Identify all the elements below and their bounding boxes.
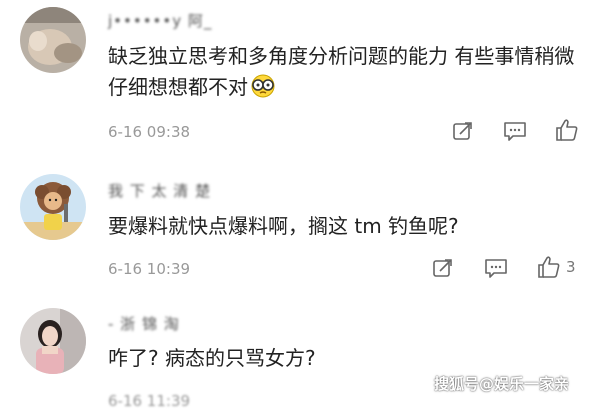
comment-time: 6-16 10:39 bbox=[108, 260, 191, 278]
avatar[interactable] bbox=[20, 174, 86, 240]
comment-text: 要爆料就快点爆料啊，搁这 tm 钓鱼呢? bbox=[108, 214, 459, 238]
username[interactable]: - 浙 锦 淘 bbox=[108, 313, 180, 334]
comment-text: 缺乏独立思考和多角度分析问题的能力 有些事情稍微仔细想想都不对 bbox=[108, 41, 578, 103]
repost-button[interactable] bbox=[452, 120, 474, 142]
comment-text-content: 缺乏独立思考和多角度分析问题的能力 有些事情稍微仔细想想都不对 bbox=[108, 44, 575, 99]
comment-text: 咋了? 病态的只骂女方? bbox=[108, 346, 316, 370]
username[interactable]: j••••••y 阿_ bbox=[108, 10, 212, 31]
repost-button[interactable] bbox=[432, 257, 454, 279]
thumbs-up-icon bbox=[556, 119, 578, 141]
comment-icon bbox=[485, 259, 507, 278]
like-count: 3 bbox=[566, 258, 576, 276]
thumbs-up-icon bbox=[538, 256, 560, 278]
comment-time: 6-16 09:38 bbox=[108, 123, 191, 141]
glasses-emoji-icon bbox=[250, 74, 276, 98]
avatar[interactable] bbox=[20, 7, 86, 73]
comment-icon bbox=[504, 122, 526, 141]
comment-time: 6-16 11:39 bbox=[108, 392, 191, 410]
avatar[interactable] bbox=[20, 308, 86, 374]
repost-icon bbox=[433, 259, 452, 277]
watermark: 搜狐号@娱乐一家亲 bbox=[434, 375, 570, 393]
like-button[interactable]: 3 bbox=[537, 255, 576, 279]
like-button[interactable] bbox=[555, 118, 584, 142]
comment-button[interactable] bbox=[503, 120, 527, 142]
comment-button[interactable] bbox=[484, 257, 508, 279]
username[interactable]: 我 下 太 清 楚 bbox=[108, 180, 211, 201]
repost-icon bbox=[453, 122, 472, 140]
